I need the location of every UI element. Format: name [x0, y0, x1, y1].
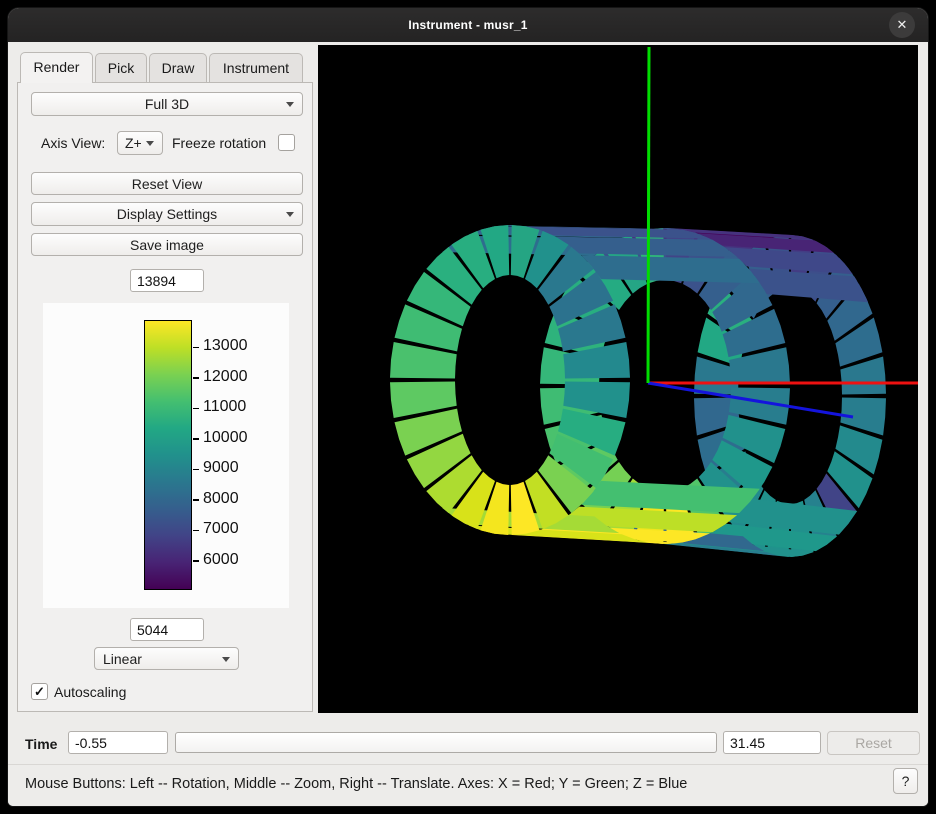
detector-segment[interactable] [581, 255, 760, 283]
autoscaling-checkbox[interactable]: ✓ [31, 683, 48, 700]
instrument-3d-viewport[interactable] [318, 45, 918, 713]
tab-instrument[interactable]: Instrument [209, 53, 303, 83]
colorbar-tick-label: 11000 [203, 398, 246, 416]
chevron-down-icon [286, 212, 294, 217]
chevron-down-icon [286, 102, 294, 107]
y-axis-line [648, 47, 649, 383]
tab-render[interactable]: Render [20, 52, 93, 83]
statusbar-divider [8, 764, 928, 765]
scale-type-value: Linear [103, 651, 142, 667]
chevron-down-icon [222, 657, 230, 662]
time-reset-button[interactable]: Reset [827, 731, 920, 755]
colorbar-tick-label: 9000 [203, 459, 239, 477]
colorbar-tick [193, 469, 199, 471]
window-title: Instrument - musr_1 [408, 18, 527, 32]
display-settings-value: Display Settings [117, 206, 217, 222]
colorbar-tick [193, 347, 199, 349]
chevron-down-icon [146, 141, 154, 146]
instrument-render [318, 45, 918, 713]
colorbar-tick [193, 408, 199, 410]
tab-pick[interactable]: Pick [95, 53, 147, 83]
colorbar-tick [193, 499, 199, 501]
close-button[interactable]: ✕ [889, 12, 915, 38]
tab-draw[interactable]: Draw [149, 53, 207, 83]
render-tab-panel: Full 3D Axis View: Z+ Freeze rotation Re… [17, 82, 313, 712]
freeze-rotation-label: Freeze rotation [172, 135, 266, 151]
reset-view-button[interactable]: Reset View [31, 172, 303, 195]
window-body: Render Pick Draw Instrument Full 3D Axis… [8, 42, 928, 806]
screen: Instrument - musr_1 ✕ Render Pick Draw I… [0, 0, 936, 814]
colorbar-tick [193, 438, 199, 440]
colorbar-tick [193, 530, 199, 532]
status-text: Mouse Buttons: Left -- Rotation, Middle … [25, 776, 687, 792]
time-min-input[interactable] [68, 731, 168, 754]
axis-view-value: Z+ [125, 135, 142, 151]
colorbar-tick-label: 13000 [203, 337, 248, 355]
time-label: Time [25, 736, 57, 752]
axis-view-label: Axis View: [41, 135, 105, 151]
colorbar-tick-label: 7000 [203, 520, 239, 538]
projection-value: Full 3D [145, 96, 189, 112]
help-button[interactable]: ? [893, 768, 918, 794]
scale-min-input[interactable] [130, 618, 204, 641]
close-icon: ✕ [897, 17, 908, 32]
time-slider[interactable] [175, 732, 717, 753]
display-settings-select[interactable]: Display Settings [31, 202, 303, 226]
colorbar-tick [193, 377, 199, 379]
colorbar-gradient[interactable] [144, 320, 192, 590]
projection-select[interactable]: Full 3D [31, 92, 303, 116]
colorbar-tick [193, 560, 199, 562]
titlebar[interactable]: Instrument - musr_1 ✕ [8, 8, 928, 42]
scale-max-input[interactable] [130, 269, 204, 292]
colorbar-tick-label: 10000 [203, 429, 248, 447]
instrument-window: Instrument - musr_1 ✕ Render Pick Draw I… [8, 8, 928, 806]
colorbar-panel: 13000 12000 11000 10000 9000 8000 7000 6000 [43, 303, 289, 608]
scale-type-select[interactable]: Linear [94, 647, 239, 670]
colorbar-tick-label: 12000 [203, 368, 248, 386]
save-image-button[interactable]: Save image [31, 233, 303, 256]
colorbar-tick-label: 6000 [203, 551, 239, 569]
colorbar-tick-label: 8000 [203, 490, 239, 508]
axis-view-select[interactable]: Z+ [117, 131, 163, 155]
time-max-input[interactable] [723, 731, 821, 754]
autoscaling-label: Autoscaling [54, 684, 126, 700]
freeze-rotation-checkbox[interactable] [278, 134, 295, 151]
